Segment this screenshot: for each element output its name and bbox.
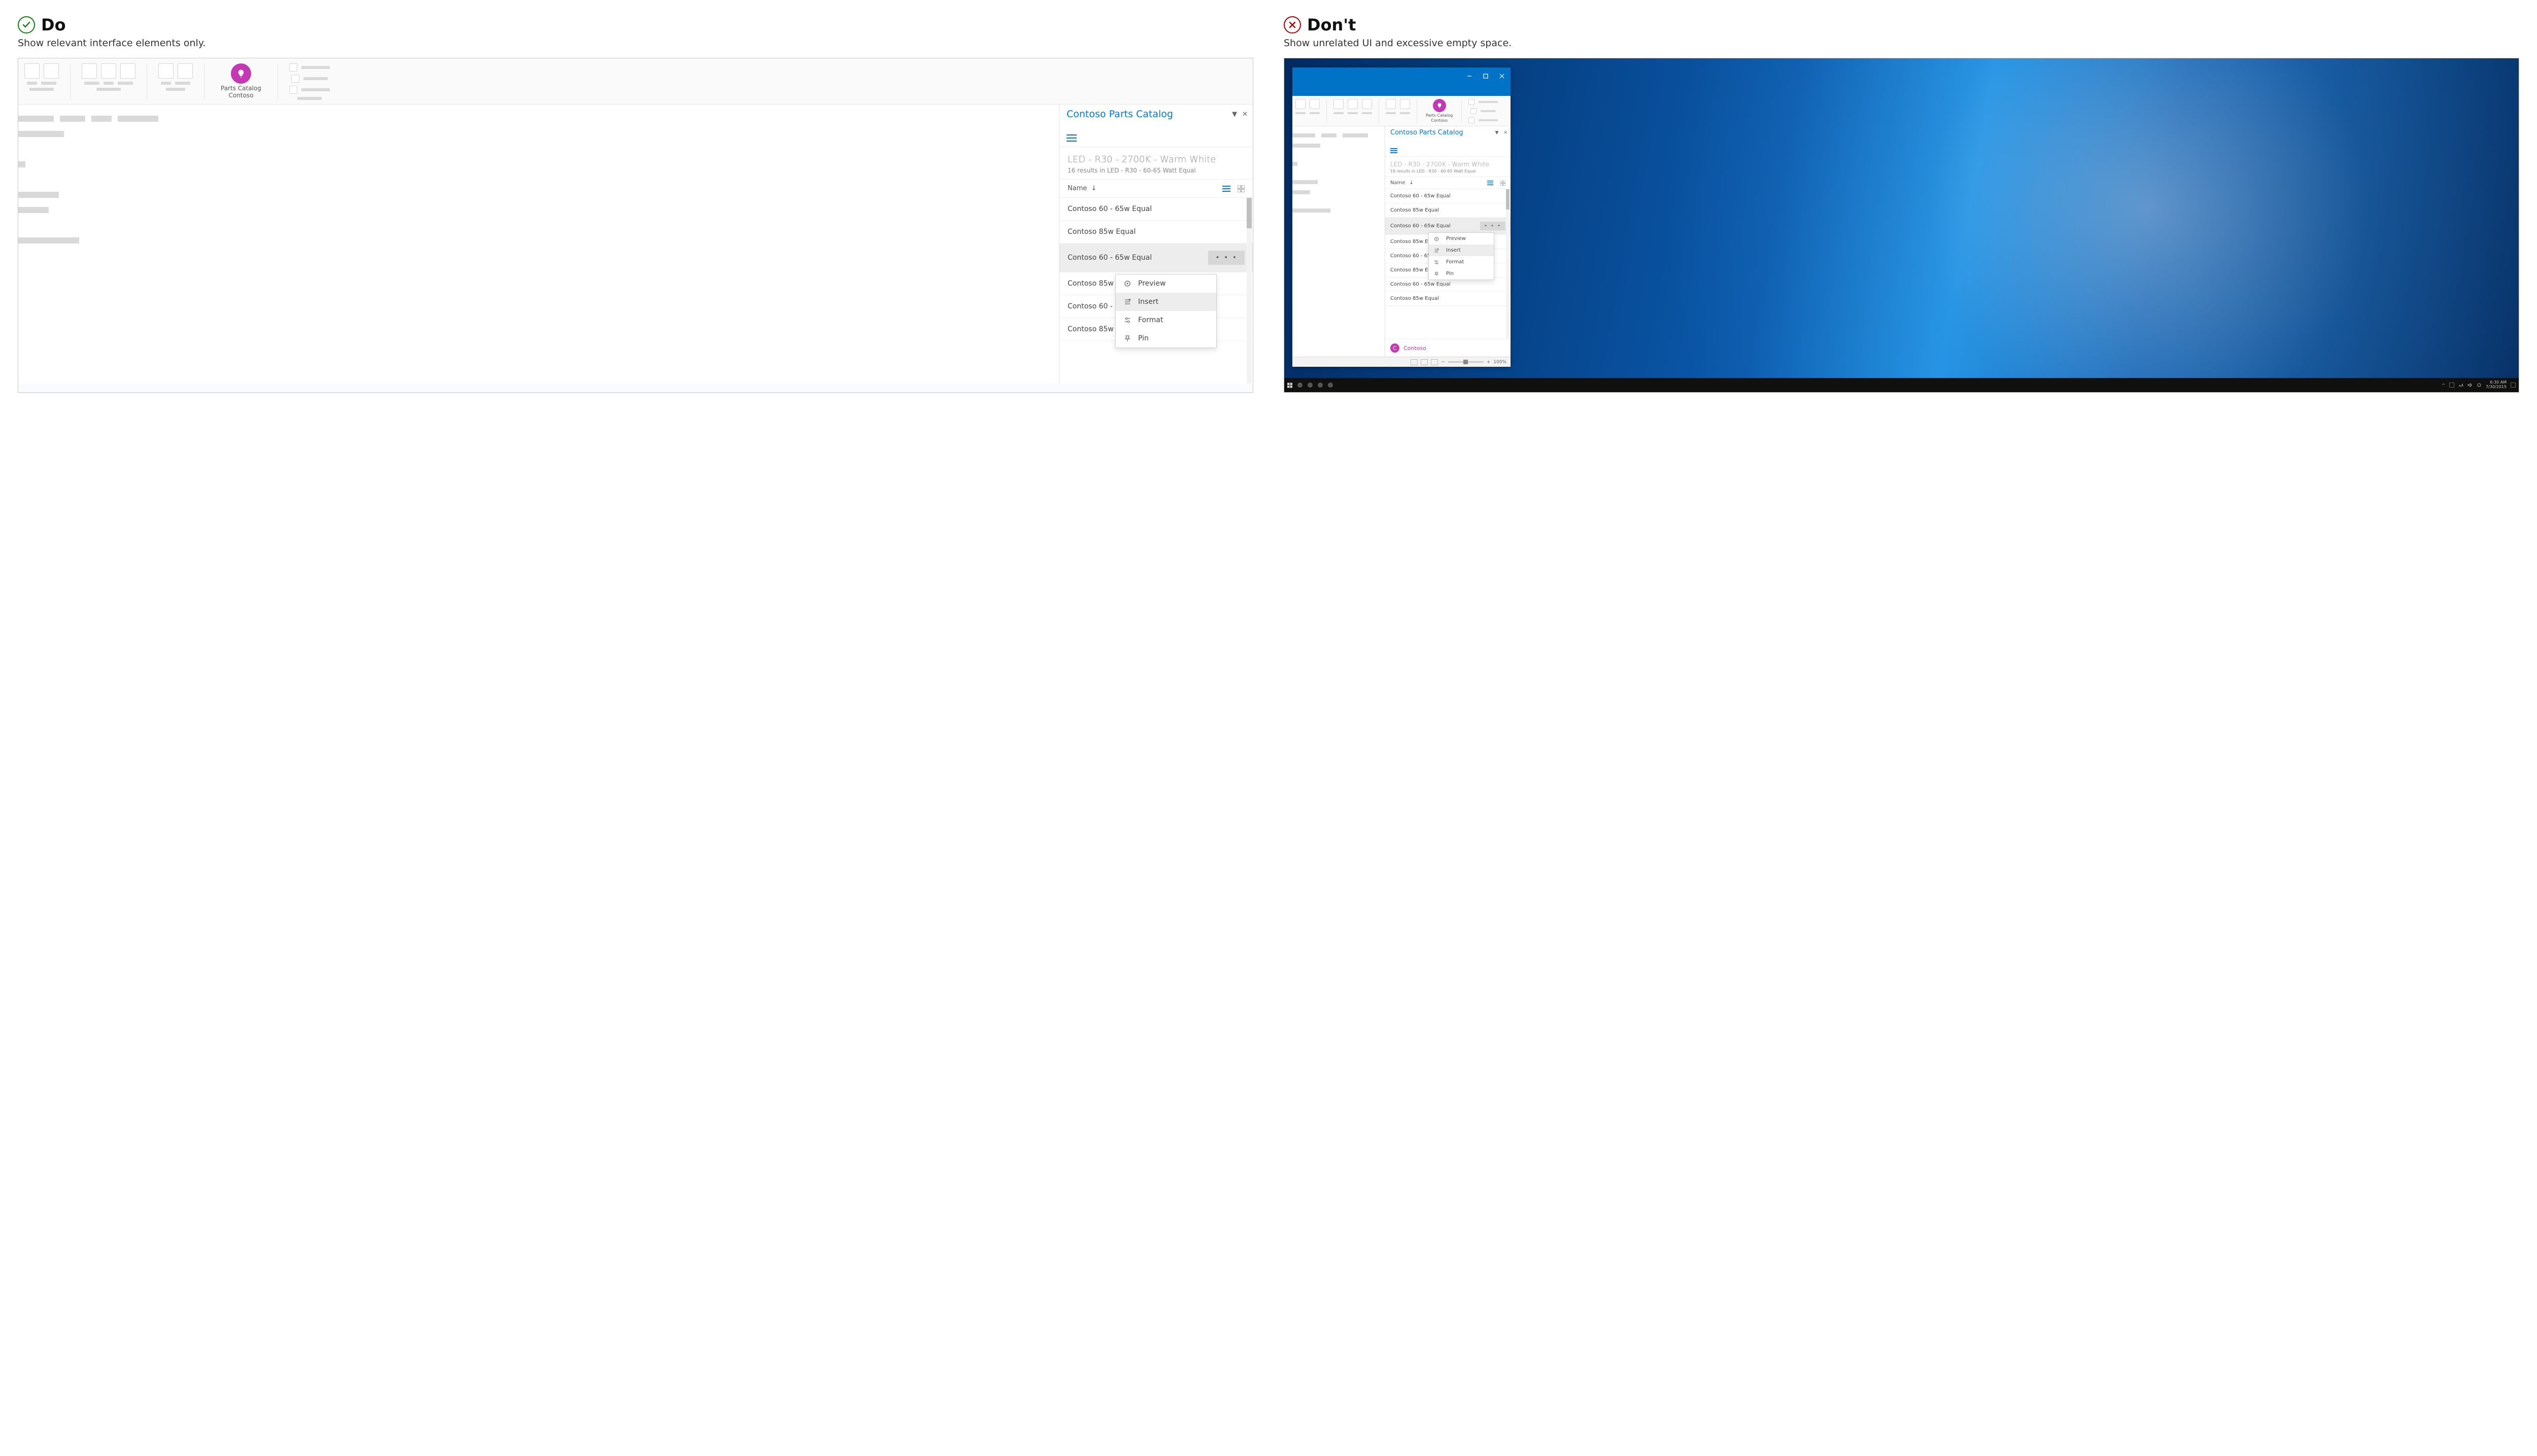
ribbon: Parts CatalogContoso [18, 58, 1253, 105]
query-title: LED - R30 - 2700K - Warm White [1068, 154, 1245, 165]
do-title: Do [41, 15, 66, 34]
taskbar-app-icon[interactable] [1328, 383, 1333, 388]
query-subtitle: 16 results in LED - R30 - 60-65 Watt Equ… [1068, 167, 1245, 174]
list-item[interactable]: Contoso 60 - 65w Equal [1385, 189, 1511, 203]
zoom-level[interactable]: 100% [1493, 360, 1506, 365]
task-pane-brand: C Contoso [1385, 339, 1511, 357]
window-titlebar [1292, 67, 1511, 85]
more-button[interactable]: • • • [1208, 251, 1245, 265]
task-pane: Contoso Parts Catalog ▼ ✕ LED - R30 - 27… [1059, 105, 1253, 384]
list-item[interactable]: Contoso 85w Equal [1385, 292, 1511, 306]
menu-format[interactable]: Format [1429, 256, 1494, 268]
tray-notifications-icon[interactable] [2511, 383, 2516, 388]
context-menu: Preview Insert Format [1428, 232, 1494, 280]
hamburger-icon[interactable] [1390, 142, 1397, 151]
window-maximize-button[interactable] [1480, 72, 1491, 81]
taskbar-clock[interactable]: 6:30 AM 7/30/2015 [2486, 380, 2507, 390]
check-icon [18, 16, 35, 33]
list-view-icon[interactable] [1487, 181, 1493, 185]
tray-chevron-up-icon[interactable]: ^ [2442, 383, 2445, 388]
do-screenshot: Parts CatalogContoso [18, 58, 1253, 393]
document-body [18, 105, 1059, 384]
scrollbar[interactable] [1506, 189, 1510, 339]
query-subtitle: 16 results in LED - R30 - 60-65 Watt Equ… [1390, 169, 1505, 174]
view-mode-button[interactable] [1411, 359, 1418, 365]
dont-screenshot: Parts CatalogContoso [1284, 58, 2519, 393]
brand-avatar-icon: C [1390, 343, 1399, 353]
dont-caption: Show unrelated UI and excessive empty sp… [1284, 38, 2519, 49]
view-mode-button[interactable] [1421, 359, 1428, 365]
status-bar: − + 100% [1292, 357, 1511, 367]
document-body [1292, 126, 1385, 357]
grid-view-icon[interactable] [1238, 185, 1245, 192]
window-close-button[interactable] [1496, 72, 1507, 81]
windows-taskbar: ^ 6:30 AM 7/30/2015 [1284, 378, 2519, 392]
menu-format[interactable]: Format [1116, 311, 1216, 329]
dont-panel: Don't Show unrelated UI and excessive em… [1284, 15, 2519, 393]
menu-preview[interactable]: Preview [1429, 233, 1494, 245]
do-caption: Show relevant interface elements only. [18, 38, 1253, 49]
pin-icon [1434, 271, 1442, 276]
lightbulb-icon [231, 63, 251, 84]
tray-icon[interactable] [2449, 383, 2454, 388]
menu-preview[interactable]: Preview [1116, 274, 1216, 293]
menu-pin[interactable]: Pin [1116, 329, 1216, 348]
list-item[interactable]: Contoso 85w Equal [1059, 221, 1253, 244]
taskbar-app-icon[interactable] [1318, 383, 1323, 388]
sort-down-icon[interactable]: ↓ [1410, 180, 1414, 186]
more-button[interactable]: • • • [1480, 222, 1505, 230]
chevron-down-icon[interactable]: ▼ [1495, 130, 1499, 135]
ribbon: Parts CatalogContoso [1292, 96, 1511, 126]
taskbar-app-icon[interactable] [1297, 383, 1302, 388]
list-item[interactable]: Contoso 60 - 65w Equal [1059, 198, 1253, 221]
list-item[interactable]: Contoso 60 - 65w Equal • • • [1059, 244, 1253, 272]
tray-volume-icon[interactable] [2467, 383, 2473, 388]
insert-icon [1434, 248, 1442, 253]
format-icon [1434, 260, 1442, 265]
column-name-header[interactable]: Name [1390, 180, 1405, 186]
tray-settings-icon[interactable] [2477, 383, 2482, 388]
start-button[interactable] [1287, 383, 1292, 388]
scrollbar-thumb[interactable] [1506, 189, 1510, 210]
cross-icon [1284, 16, 1301, 33]
close-icon[interactable]: ✕ [1503, 130, 1507, 135]
menu-insert[interactable]: Insert [1116, 293, 1216, 311]
task-pane: Contoso Parts Catalog ▼ ✕ LED - R30 - [1385, 126, 1511, 357]
insert-icon [1124, 298, 1132, 305]
parts-catalog-ribbon-button[interactable]: Parts CatalogContoso [1424, 99, 1455, 123]
task-pane-title: Contoso Parts Catalog [1390, 129, 1463, 136]
preview-icon [1124, 280, 1132, 287]
column-name-header[interactable]: Name [1068, 185, 1087, 192]
format-icon [1124, 317, 1132, 324]
preview-icon [1434, 236, 1442, 241]
window-minimize-button[interactable] [1464, 72, 1475, 81]
do-panel: Do Show relevant interface elements only… [18, 15, 1253, 393]
chevron-down-icon[interactable]: ▼ [1232, 111, 1237, 118]
app-window: Parts CatalogContoso [1292, 67, 1511, 367]
pin-icon [1124, 335, 1132, 342]
parts-catalog-ribbon-button[interactable]: Parts CatalogContoso [216, 63, 266, 99]
menu-pin[interactable]: Pin [1429, 268, 1494, 280]
sort-down-icon[interactable]: ↓ [1091, 185, 1096, 192]
scrollbar[interactable] [1247, 198, 1252, 384]
tray-network-icon[interactable] [2458, 383, 2463, 388]
task-pane-title: Contoso Parts Catalog [1067, 109, 1173, 120]
dont-title: Don't [1307, 15, 1356, 34]
app-tabbar [1292, 85, 1511, 96]
list-item[interactable]: Contoso 85w Equal [1385, 203, 1511, 218]
grid-view-icon[interactable] [1500, 181, 1505, 186]
scrollbar-thumb[interactable] [1247, 198, 1252, 228]
taskbar-app-icon[interactable] [1308, 383, 1313, 388]
zoom-slider[interactable] [1448, 361, 1484, 363]
menu-insert[interactable]: Insert [1429, 245, 1494, 256]
close-icon[interactable]: ✕ [1242, 111, 1248, 118]
list-view-icon[interactable] [1222, 186, 1230, 192]
query-title: LED - R30 - 2700K - Warm White [1390, 161, 1505, 168]
context-menu: Preview Insert Format [1115, 274, 1217, 348]
hamburger-icon[interactable] [1067, 134, 1077, 142]
view-mode-button[interactable] [1431, 359, 1438, 365]
lightbulb-icon [1433, 99, 1446, 112]
